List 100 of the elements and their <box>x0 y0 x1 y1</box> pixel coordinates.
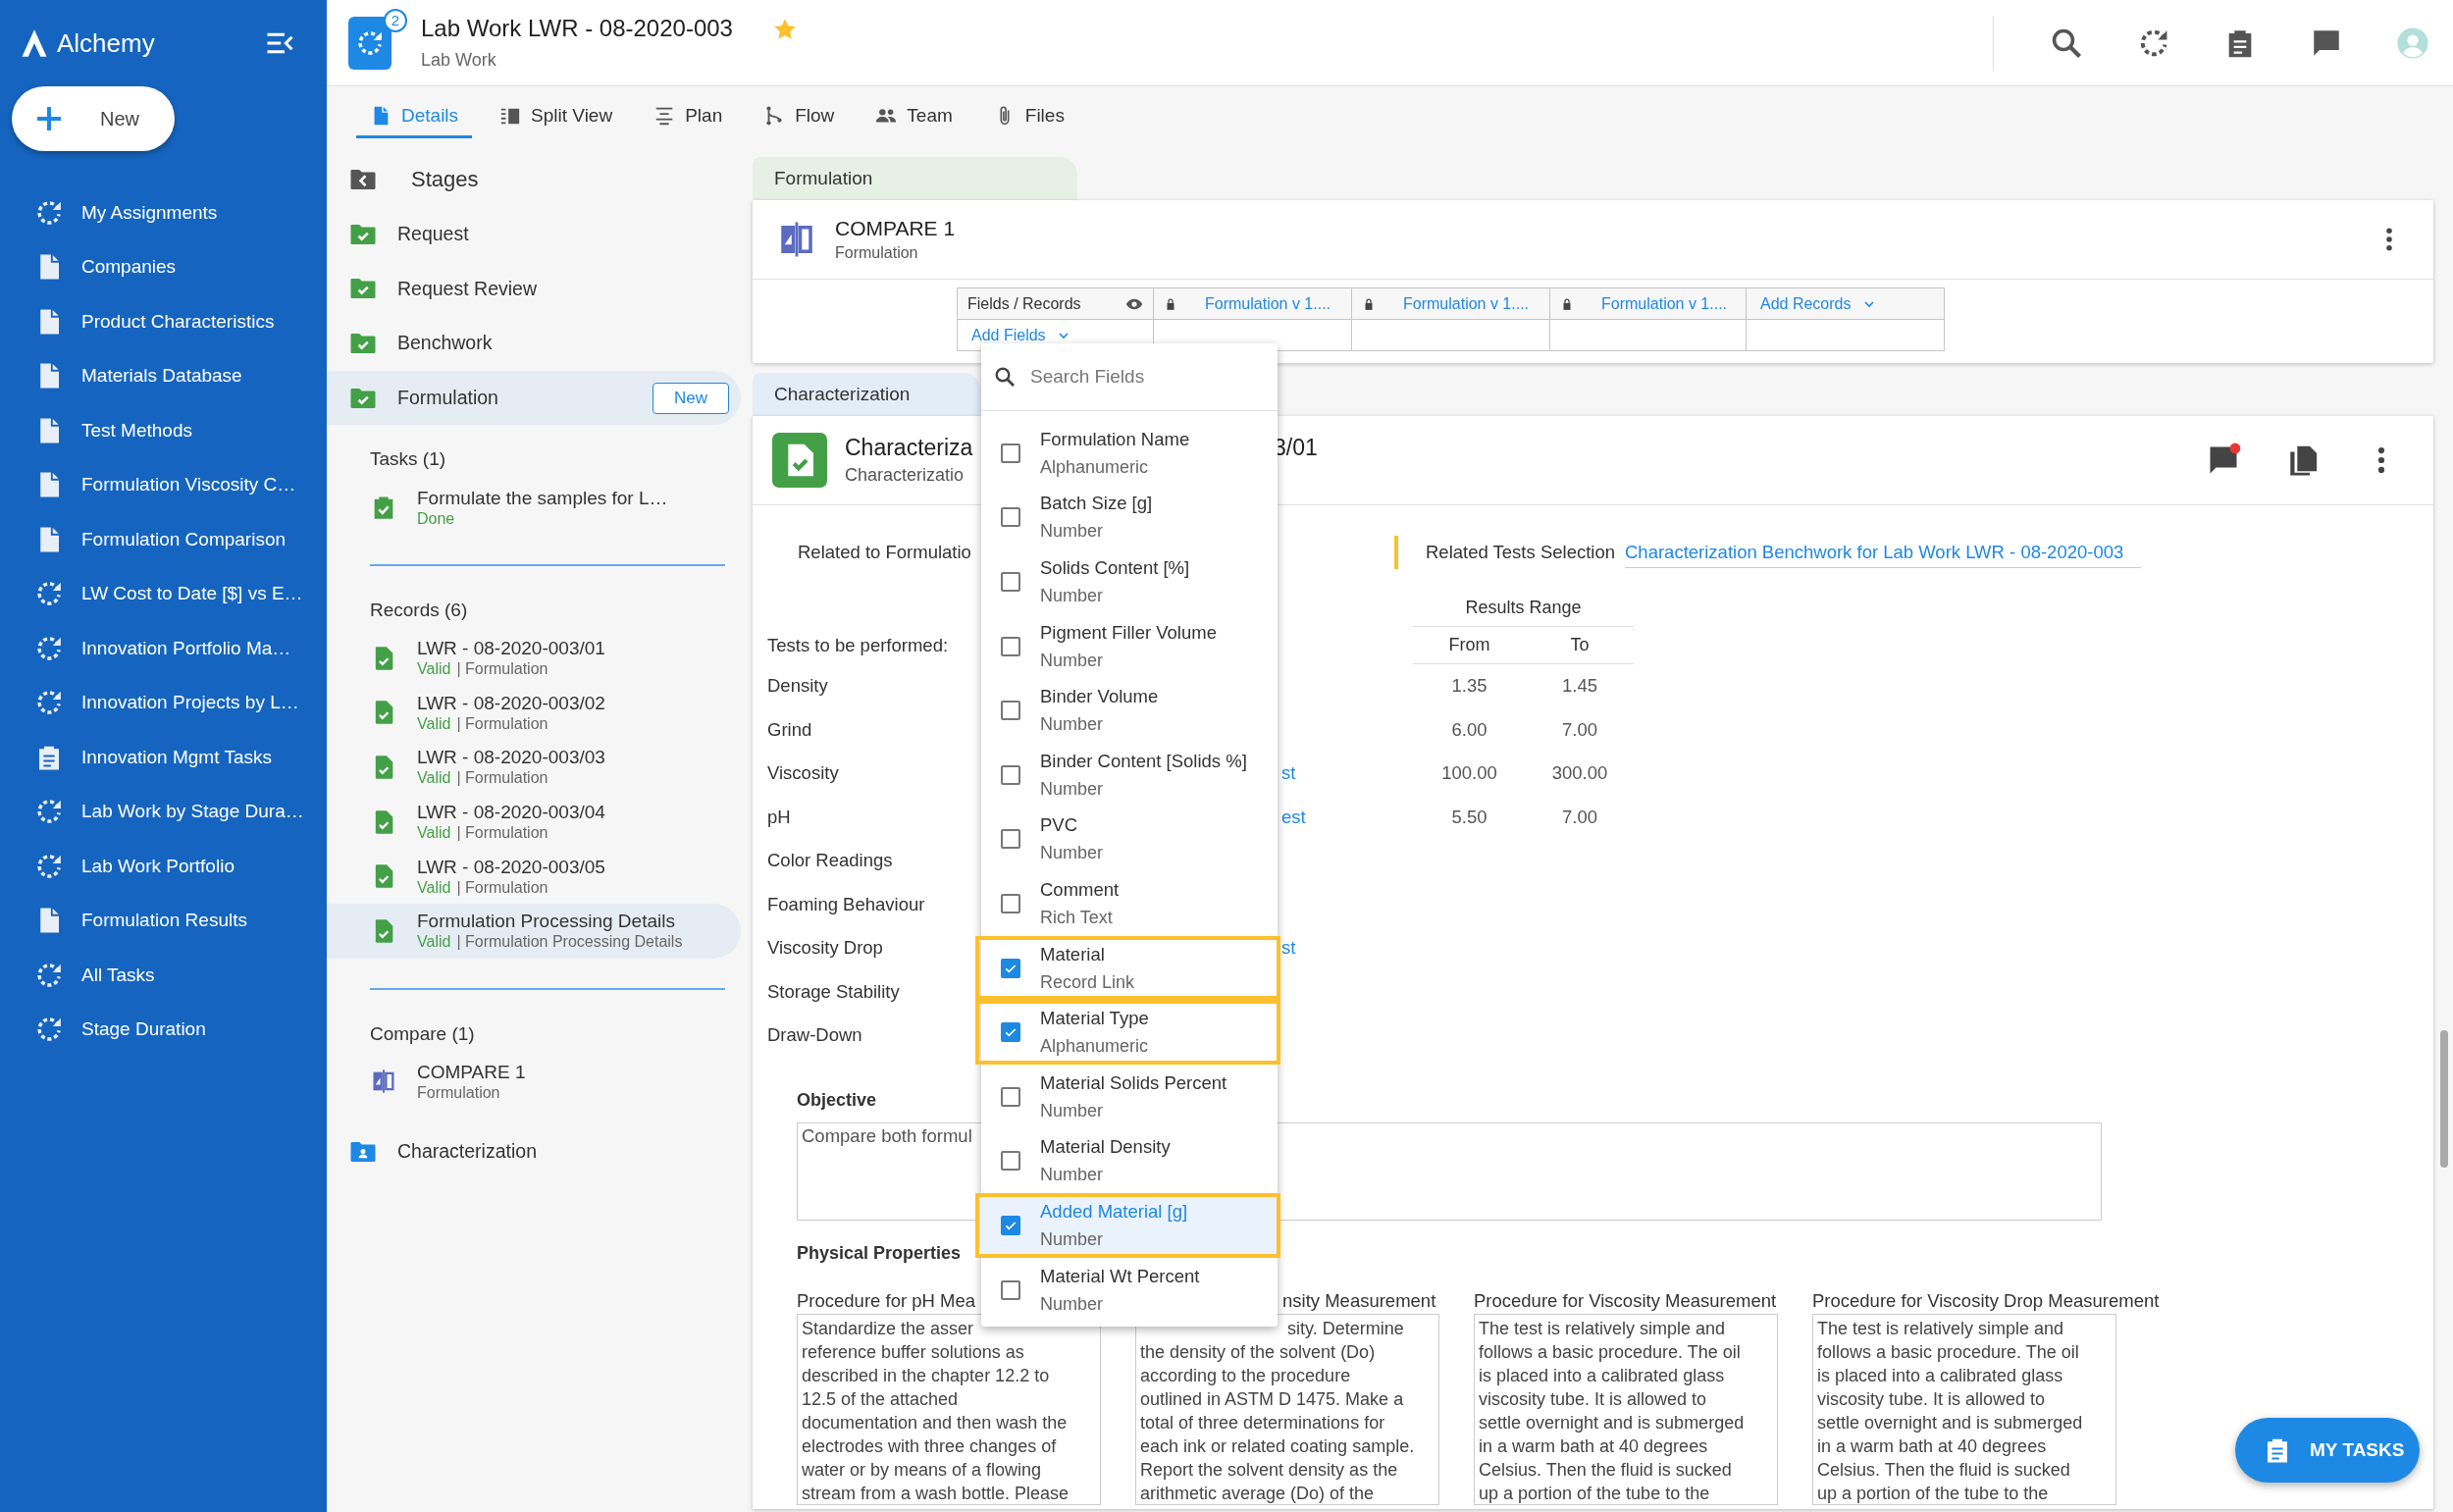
sidebar-link[interactable]: Innovation Projects by L… <box>0 675 327 730</box>
checkbox[interactable] <box>1001 572 1020 592</box>
field-option[interactable]: Batch Size [g] Number <box>981 485 1278 550</box>
stage-item[interactable]: Characterization <box>327 1124 741 1179</box>
tab[interactable]: Files <box>979 95 1078 138</box>
sidebar-link[interactable]: Companies <box>0 239 327 294</box>
record-name: LWR - 08-2020-003/05 <box>417 856 605 878</box>
stage-item[interactable]: Benchwork <box>327 316 741 371</box>
field-option[interactable]: Comment Rich Text <box>981 871 1278 936</box>
sidebar-link[interactable]: Lab Work by Stage Dura… <box>0 784 327 839</box>
sidebar-link[interactable]: Lab Work Portfolio <box>0 839 327 894</box>
field-option[interactable]: Material Type Alphanumeric <box>975 1000 1280 1065</box>
tab[interactable]: Team <box>861 95 966 138</box>
procedure-field[interactable]: The test is relatively simple and follows a basic procedure. The oil is placed into a calibrated glass viscosity tube. It is allowed to settle overnight and is submerged in a warm bath at 40 degrees Celsius. Then the fluid is sucked up a portion of the tube to the <box>1812 1313 2116 1505</box>
scrollbar-thumb[interactable] <box>2440 1030 2448 1168</box>
sidebar-link[interactable]: Innovation Portfolio Ma… <box>0 621 327 676</box>
field-option[interactable]: Binder Content [Solids %] Number <box>981 742 1278 808</box>
add-fields-button[interactable]: Add Fields <box>967 326 1071 344</box>
task-name[interactable]: Formulate the samples for L… <box>417 487 668 509</box>
record-status: Valid <box>417 714 451 733</box>
record-item[interactable]: LWR - 08-2020-003/01 Valid | Formulation <box>370 630 751 686</box>
test-name: Density <box>767 675 828 698</box>
stage-item[interactable]: Request Review <box>327 261 741 317</box>
sidebar-link[interactable]: Product Characteristics <box>0 294 327 349</box>
test-method-link[interactable]: est <box>1281 806 1306 828</box>
checkbox[interactable] <box>1001 701 1020 721</box>
field-option[interactable]: Material Record Link <box>975 935 1280 1001</box>
test-name: Grind <box>767 718 812 741</box>
checkbox[interactable] <box>1001 829 1020 850</box>
checkbox[interactable] <box>1001 1022 1020 1043</box>
task-status: Done <box>417 509 456 528</box>
checkbox[interactable] <box>1001 636 1020 656</box>
sidebar-link[interactable]: Formulation Comparison <box>0 512 327 567</box>
range-value: 5.50 <box>1451 806 1487 828</box>
range-value: 7.00 <box>1562 718 1597 741</box>
my-tasks-button[interactable]: MY TASKS <box>2235 1418 2420 1483</box>
sidebar-link[interactable]: Stage Duration <box>0 1002 327 1057</box>
checkbox[interactable] <box>1001 893 1020 913</box>
record-type: | Formulation <box>456 878 548 897</box>
record-item[interactable]: LWR - 08-2020-003/03 Valid | Formulation <box>370 740 751 795</box>
accent-bar <box>1394 536 1398 569</box>
compare-type: Formulation <box>417 1083 501 1102</box>
stage-item[interactable]: Request <box>327 207 741 262</box>
card-subtitle: Formulation <box>835 244 919 262</box>
new-button[interactable]: New <box>12 86 175 151</box>
record-status: Valid <box>417 824 451 843</box>
field-option[interactable]: Formulation Name Alphanumeric <box>981 421 1278 486</box>
column-header: To <box>1570 635 1590 655</box>
record-item[interactable]: Formulation Processing Details Valid | Formulation Processing Details <box>327 903 741 959</box>
sidebar-link[interactable]: Test Methods <box>0 403 327 458</box>
app-logo-text: Alchemy <box>57 27 155 59</box>
section-title: Stages <box>411 167 479 192</box>
procedure-field[interactable]: The test is relatively simple and follows a basic procedure. The oil is placed into a calibrated glass viscosity tube. It is allowed to settle overnight and is submerged in a warm bath at 40 degrees Celsius. Then the fluid is sucked up a portion of the tube to the <box>1474 1313 1778 1505</box>
field-option[interactable]: Solids Content [%] Number <box>981 549 1278 614</box>
record-status: Valid <box>417 660 451 679</box>
search-field[interactable]: Search Fields <box>1028 365 1268 389</box>
record-item[interactable]: LWR - 08-2020-003/05 Valid | Formulation <box>370 849 751 904</box>
field-label: Related to Formulatio <box>798 542 971 563</box>
column-header: Results Range <box>1465 598 1582 618</box>
sidebar-link[interactable]: All Tasks <box>0 948 327 1003</box>
checkbox[interactable] <box>1001 507 1020 528</box>
test-method-link[interactable]: st <box>1281 937 1296 960</box>
field-option[interactable]: Added Material [g] Number <box>975 1193 1280 1258</box>
add-records-button[interactable]: Add Records <box>1756 294 1877 313</box>
sidebar-link[interactable]: LW Cost to Date [$] vs E… <box>0 566 327 621</box>
checkbox[interactable] <box>1001 764 1020 785</box>
sidebar-link[interactable]: Materials Database <box>0 348 327 403</box>
field-option[interactable]: Material Density Number <box>981 1128 1278 1194</box>
sidebar-link[interactable]: Innovation Mgmt Tasks <box>0 730 327 785</box>
record-item[interactable]: LWR - 08-2020-003/02 Valid | Formulation <box>370 685 751 741</box>
sidebar-link[interactable]: My Assignments <box>0 185 327 240</box>
record-item[interactable]: LWR - 08-2020-003/04 Valid | Formulation <box>370 794 751 850</box>
checkbox[interactable] <box>1001 1279 1020 1300</box>
record-type: | Formulation <box>456 714 548 733</box>
tab[interactable]: Flow <box>750 95 849 138</box>
tab[interactable]: Plan <box>640 95 737 138</box>
field-option[interactable]: PVC Number <box>981 807 1278 872</box>
checkbox[interactable] <box>1001 1086 1020 1107</box>
checkbox[interactable] <box>1001 443 1020 463</box>
compare-name[interactable]: COMPARE 1 <box>417 1061 526 1083</box>
checkbox[interactable] <box>1001 1215 1020 1235</box>
checkbox[interactable] <box>1001 1151 1020 1172</box>
section-title: Records (6) <box>370 598 468 622</box>
stage-item[interactable]: Formulation New <box>327 370 741 426</box>
checkbox[interactable] <box>1001 958 1020 978</box>
tab[interactable]: Split View <box>486 95 627 138</box>
page-subtitle: Lab Work <box>421 50 497 71</box>
related-tests-link[interactable]: Characterization Benchwork for Lab Work LWR - 08-2020-003 <box>1625 541 2124 563</box>
sidebar-link[interactable]: Formulation Viscosity C… <box>0 457 327 512</box>
column-header: From <box>1448 635 1490 655</box>
section-label: Formulation <box>753 157 1077 200</box>
section-title: Objective <box>797 1089 877 1112</box>
sidebar-link[interactable]: Formulation Results <box>0 893 327 948</box>
field-option[interactable]: Pigment Filler Volume Number <box>981 613 1278 679</box>
range-value: 6.00 <box>1451 718 1487 741</box>
column-label: Fields / Records <box>967 294 1082 313</box>
test-method-link[interactable]: st <box>1281 762 1296 785</box>
field-option[interactable]: Binder Volume Number <box>981 678 1278 743</box>
page-title: Lab Work LWR - 08-2020-003 <box>421 15 733 42</box>
new-button[interactable]: New <box>652 382 729 414</box>
